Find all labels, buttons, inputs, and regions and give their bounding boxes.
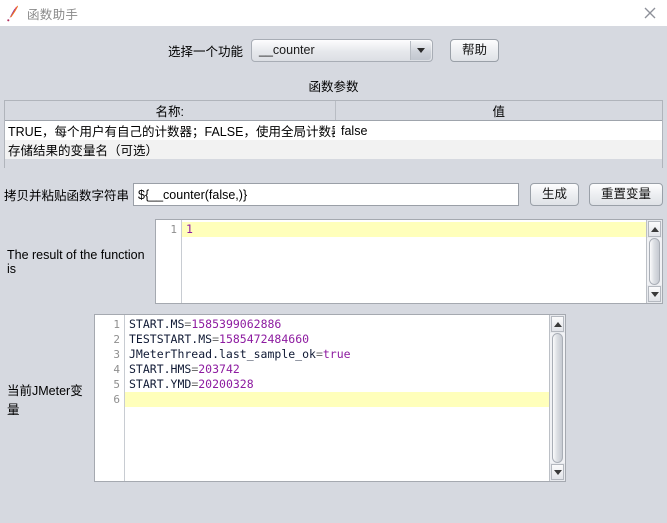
line-number: 6 [113,393,120,406]
function-select-combobox[interactable]: __counter [251,38,434,62]
scrollbar-track[interactable] [550,333,565,463]
variable-key: START.HMS [129,362,192,376]
column-header-name[interactable]: 名称: [5,101,336,121]
param-name-cell[interactable]: 存储结果的变量名（可选） [5,140,335,159]
triangle-up-icon[interactable] [648,221,661,237]
variable-equals: = [212,332,220,346]
code-line[interactable]: START.MS=1585399062886 [125,317,549,332]
chevron-down-icon[interactable] [410,40,432,60]
help-button[interactable]: 帮助 [450,38,500,62]
result-vertical-scrollbar[interactable] [646,220,662,303]
result-line-number-gutter: 1 [156,220,182,303]
jmeter-variables-label: 当前JMeter变量 [7,383,83,417]
param-value-cell[interactable]: false [335,120,662,140]
table-header-row: 名称: 值 [5,101,662,121]
triangle-down-icon[interactable] [648,286,661,302]
function-params-title: 函数参数 [308,80,359,94]
table-row[interactable]: TRUE，每个用户有自己的计数器；FALSE，使用全局计数器 false [5,120,662,140]
line-number: 2 [113,333,120,346]
function-result-label: The result of the function is [7,247,145,276]
close-icon[interactable] [642,5,658,21]
code-line[interactable]: TESTSTART.MS=1585472484660 [125,332,549,347]
generate-button[interactable]: 生成 [529,183,579,206]
triangle-down-icon[interactable] [551,464,564,480]
function-params-table: 名称: 值 TRUE，每个用户有自己的计数器；FALSE，使用全局计数器 fal… [4,100,663,169]
jmeter-feather-icon [4,3,22,23]
function-select-row: 选择一个功能 __counter 帮助 [0,26,667,74]
variables-vertical-scrollbar[interactable] [549,315,565,481]
variables-code-area[interactable]: START.MS=1585399062886 TESTSTART.MS=1585… [125,315,549,481]
function-string-row: 拷贝并粘贴函数字符串 生成 重置变量 [0,168,667,212]
code-line[interactable]: START.HMS=203742 [125,362,549,377]
window-title: 函数助手 [27,7,79,22]
function-select-value: __counter [259,43,315,57]
window-titlebar: 函数助手 [0,0,667,26]
variables-line-number-gutter: 1 2 3 4 5 6 [95,315,125,481]
function-result-editor[interactable]: 1 1 [155,219,663,304]
select-function-label: 选择一个功能 [168,44,244,59]
code-line[interactable]: 1 [182,222,646,237]
function-result-row: The result of the function is 1 1 [0,212,667,308]
line-number: 1 [170,223,177,236]
variable-key: TESTSTART.MS [129,332,213,346]
line-number: 1 [113,318,120,331]
table-row[interactable]: 存储结果的变量名（可选） [5,140,662,159]
variable-value: 20200328 [198,377,254,391]
jmeter-variables-row: 当前JMeter变量 1 2 3 4 5 6 START.MS=15853990… [0,308,667,483]
scrollbar-thumb[interactable] [552,333,563,463]
function-string-label: 拷贝并粘贴函数字符串 [4,189,130,203]
code-line[interactable]: JMeterThread.last_sample_ok=true [125,347,549,362]
param-name-cell[interactable]: TRUE，每个用户有自己的计数器；FALSE，使用全局计数器 [5,120,335,140]
function-string-input[interactable] [133,183,519,206]
variable-key: JMeterThread.last_sample_ok [129,347,316,361]
triangle-up-icon[interactable] [551,316,564,332]
code-line[interactable] [125,392,549,407]
line-number: 5 [113,378,120,391]
variable-value: 1585472484660 [219,332,310,346]
scrollbar-track[interactable] [647,238,662,285]
variable-value: 203742 [198,362,240,376]
variable-key: START.YMD [129,377,192,391]
variable-value: 1585399062886 [191,317,282,331]
line-number: 3 [113,348,120,361]
scrollbar-thumb[interactable] [649,238,660,285]
variable-equals: = [315,347,323,361]
jmeter-variables-editor[interactable]: 1 2 3 4 5 6 START.MS=1585399062886 TESTS… [94,314,566,482]
code-line[interactable]: START.YMD=20200328 [125,377,549,392]
line-number: 4 [113,363,120,376]
reset-variables-button[interactable]: 重置变量 [588,183,663,206]
result-code-area[interactable]: 1 [182,220,646,303]
result-value: 1 [186,222,193,236]
param-value-cell[interactable] [335,140,662,159]
column-header-value[interactable]: 值 [335,101,662,121]
variable-value: true [322,347,351,361]
variable-key: START.MS [129,317,185,331]
